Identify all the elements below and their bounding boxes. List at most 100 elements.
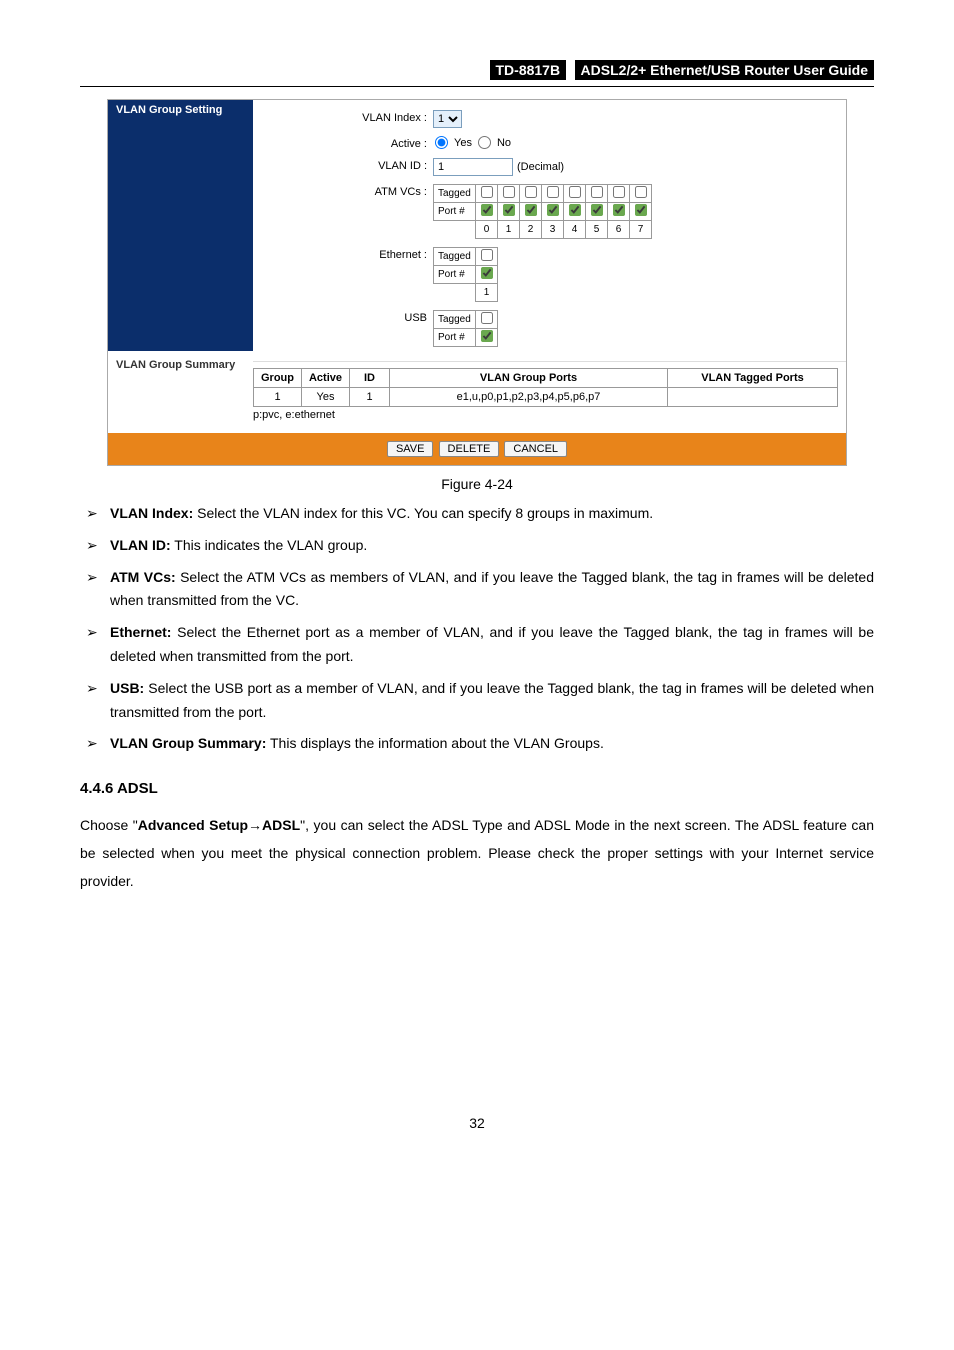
col-group: Group [254, 369, 302, 388]
note-text: This displays the information about the … [266, 735, 603, 751]
usb-port-label: Port # [434, 329, 476, 347]
atm-tagged-1[interactable] [503, 186, 515, 198]
eth-tagged-label: Tagged [434, 248, 476, 266]
atm-port-3[interactable] [547, 204, 559, 216]
eth-portnum-1: 1 [476, 284, 498, 302]
active-no-text: No [497, 137, 511, 149]
ethernet-label: Ethernet : [253, 247, 433, 261]
note-text: Select the ATM VCs as members of VLAN, a… [110, 569, 874, 609]
eth-port-1[interactable] [481, 267, 493, 279]
note-label: USB: [110, 680, 144, 696]
note-label: VLAN Group Summary: [110, 735, 266, 751]
atm-port-5[interactable] [591, 204, 603, 216]
note-text: Select the USB port as a member of VLAN,… [110, 680, 874, 720]
eth-port-label: Port # [434, 266, 476, 284]
atm-tagged-5[interactable] [591, 186, 603, 198]
atm-port-0[interactable] [481, 204, 493, 216]
list-item: ATM VCs: Select the ATM VCs as members o… [80, 566, 874, 614]
atm-tagged-2[interactable] [525, 186, 537, 198]
atm-tagged-label: Tagged [434, 185, 476, 203]
vlan-id-input[interactable] [433, 158, 513, 176]
atm-portnum-5: 5 [586, 221, 608, 239]
note-text: Select the VLAN index for this VC. You c… [193, 505, 653, 521]
list-item: Ethernet: Select the Ethernet port as a … [80, 621, 874, 669]
figure-caption: Figure 4-24 [80, 476, 874, 492]
vlan-index-label: VLAN Index : [253, 110, 433, 124]
atm-port-6[interactable] [613, 204, 625, 216]
active-label: Active : [253, 136, 433, 150]
vlan-id-hint: (Decimal) [517, 161, 564, 173]
atm-vcs-label: ATM VCs : [253, 184, 433, 198]
col-active: Active [302, 369, 350, 388]
cell-tagged [668, 388, 838, 407]
cell-active: Yes [302, 388, 350, 407]
note-label: Ethernet: [110, 624, 171, 640]
active-yes-text: Yes [454, 137, 472, 149]
eth-tagged-1[interactable] [481, 249, 493, 261]
note-label: VLAN Index: [110, 505, 193, 521]
usb-tagged[interactable] [481, 312, 493, 324]
legend: p:pvc, e:ethernet [253, 407, 838, 421]
note-label: VLAN ID: [110, 537, 171, 553]
eth-port-table: Tagged Port # 1 [433, 247, 498, 302]
cell-id: 1 [350, 388, 390, 407]
vlan-index-select[interactable]: 1 [433, 110, 462, 128]
usb-port[interactable] [481, 330, 493, 342]
atm-port-4[interactable] [569, 204, 581, 216]
model-badge: TD-8817B [490, 60, 567, 80]
cell-group: 1 [254, 388, 302, 407]
list-item: VLAN Index: Select the VLAN index for th… [80, 502, 874, 526]
usb-label: USB [253, 310, 433, 324]
vlan-group-summary-heading: VLAN Group Summary [108, 351, 253, 433]
list-item: VLAN ID: This indicates the VLAN group. [80, 534, 874, 558]
button-bar: SAVE DELETE CANCEL [108, 433, 846, 465]
atm-port-label: Port # [434, 203, 476, 221]
atm-portnum-7: 7 [630, 221, 652, 239]
atm-tagged-6[interactable] [613, 186, 625, 198]
screenshot: VLAN Group Setting VLAN Index : 1 Active… [107, 99, 847, 466]
table-row: 1 Yes 1 e1,u,p0,p1,p2,p3,p4,p5,p6,p7 [254, 388, 838, 407]
header-rule [80, 86, 874, 87]
atm-tagged-3[interactable] [547, 186, 559, 198]
atm-port-7[interactable] [635, 204, 647, 216]
doc-header: TD-8817B ADSL2/2+ Ethernet/USB Router Us… [80, 60, 874, 80]
body-bold: Advanced Setup→ADSL [138, 817, 300, 833]
page-number: 32 [80, 1115, 874, 1131]
notes-list: VLAN Index: Select the VLAN index for th… [80, 502, 874, 756]
usb-tagged-label: Tagged [434, 311, 476, 329]
atm-port-2[interactable] [525, 204, 537, 216]
cancel-button[interactable]: CANCEL [504, 441, 567, 457]
atm-tagged-0[interactable] [481, 186, 493, 198]
save-button[interactable]: SAVE [387, 441, 434, 457]
atm-tagged-4[interactable] [569, 186, 581, 198]
active-yes-radio[interactable] [435, 136, 448, 149]
section-title: 4.4.6 ADSL [80, 780, 874, 797]
list-item: VLAN Group Summary: This displays the in… [80, 732, 874, 756]
cell-ports: e1,u,p0,p1,p2,p3,p4,p5,p6,p7 [390, 388, 668, 407]
vlan-group-setting-heading: VLAN Group Setting [108, 100, 253, 351]
atm-port-1[interactable] [503, 204, 515, 216]
col-id: ID [350, 369, 390, 388]
list-item: USB: Select the USB port as a member of … [80, 677, 874, 725]
note-text: Select the Ethernet port as a member of … [110, 624, 874, 664]
note-text: This indicates the VLAN group. [171, 537, 368, 553]
col-ports: VLAN Group Ports [390, 369, 668, 388]
atm-portnum-6: 6 [608, 221, 630, 239]
note-label: ATM VCs: [110, 569, 176, 585]
summary-table: Group Active ID VLAN Group Ports VLAN Ta… [253, 368, 838, 407]
section-body: Choose "Advanced Setup→ADSL", you can se… [80, 811, 874, 895]
active-no-radio[interactable] [478, 136, 491, 149]
atm-portnum-4: 4 [564, 221, 586, 239]
atm-portnum-1: 1 [498, 221, 520, 239]
delete-button[interactable]: DELETE [439, 441, 500, 457]
atm-portnum-2: 2 [520, 221, 542, 239]
col-tagged: VLAN Tagged Ports [668, 369, 838, 388]
vlan-id-label: VLAN ID : [253, 158, 433, 172]
atm-port-table: Tagged Port # [433, 184, 652, 239]
body-pre: Choose " [80, 817, 138, 833]
usb-port-table: Tagged Port # [433, 310, 498, 347]
atm-portnum-3: 3 [542, 221, 564, 239]
atm-portnum-0: 0 [476, 221, 498, 239]
atm-tagged-7[interactable] [635, 186, 647, 198]
doc-title: ADSL2/2+ Ethernet/USB Router User Guide [575, 60, 874, 80]
